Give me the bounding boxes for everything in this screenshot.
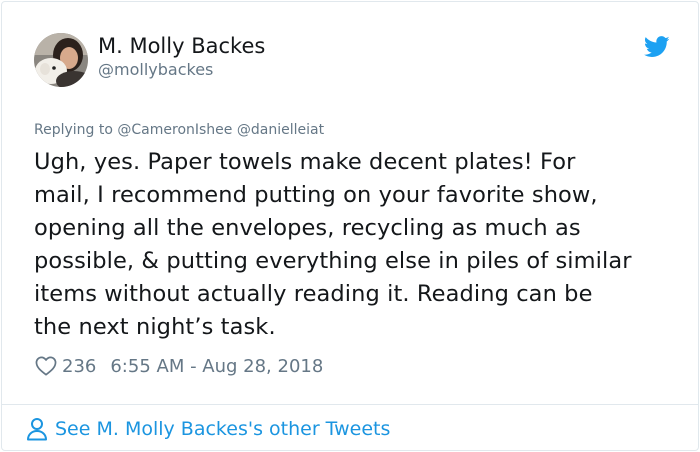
twitter-bird-icon[interactable] bbox=[644, 36, 670, 58]
person-icon bbox=[27, 418, 47, 441]
divider bbox=[2, 404, 698, 405]
tweet-text: Ugh, yes. Paper towels make decent plate… bbox=[34, 146, 684, 344]
author-name[interactable]: M. Molly Backes bbox=[98, 34, 265, 58]
replying-to-label: Replying to bbox=[34, 122, 113, 138]
tweet-meta: 236 6:55 AM - Aug 28, 2018 bbox=[35, 354, 323, 378]
avatar[interactable] bbox=[34, 33, 88, 87]
mention-link[interactable]: @CameronIshee bbox=[117, 122, 232, 138]
replying-to: Replying to @CameronIshee @danielleiat bbox=[34, 122, 324, 138]
author-handle[interactable]: @mollybackes bbox=[98, 60, 213, 79]
avatar-image bbox=[34, 33, 88, 87]
see-other-tweets-label[interactable]: See M. Molly Backes's other Tweets bbox=[55, 418, 390, 440]
tweet-text-line: Ugh, yes. Paper towels make decent plate… bbox=[34, 149, 576, 175]
tweet-text-line: items without actually reading it. Readi… bbox=[34, 281, 593, 307]
tweet-timestamp[interactable]: 6:55 AM - Aug 28, 2018 bbox=[110, 356, 323, 377]
tweet-text-line: possible, & putting everything else in p… bbox=[34, 248, 632, 274]
mention-link[interactable]: @danielleiat bbox=[237, 122, 324, 138]
tweet-text-line: mail, I recommend putting on your favori… bbox=[34, 182, 598, 208]
tweet-card: M. Molly Backes @mollybackes Replying to… bbox=[1, 1, 699, 451]
tweet-text-line: the next night’s task. bbox=[34, 314, 276, 340]
heart-icon[interactable] bbox=[35, 356, 57, 376]
tweet-text-line: opening all the envelopes, recycling as … bbox=[34, 215, 581, 241]
see-other-tweets-link[interactable]: See M. Molly Backes's other Tweets bbox=[26, 416, 390, 442]
like-count[interactable]: 236 bbox=[62, 356, 96, 377]
